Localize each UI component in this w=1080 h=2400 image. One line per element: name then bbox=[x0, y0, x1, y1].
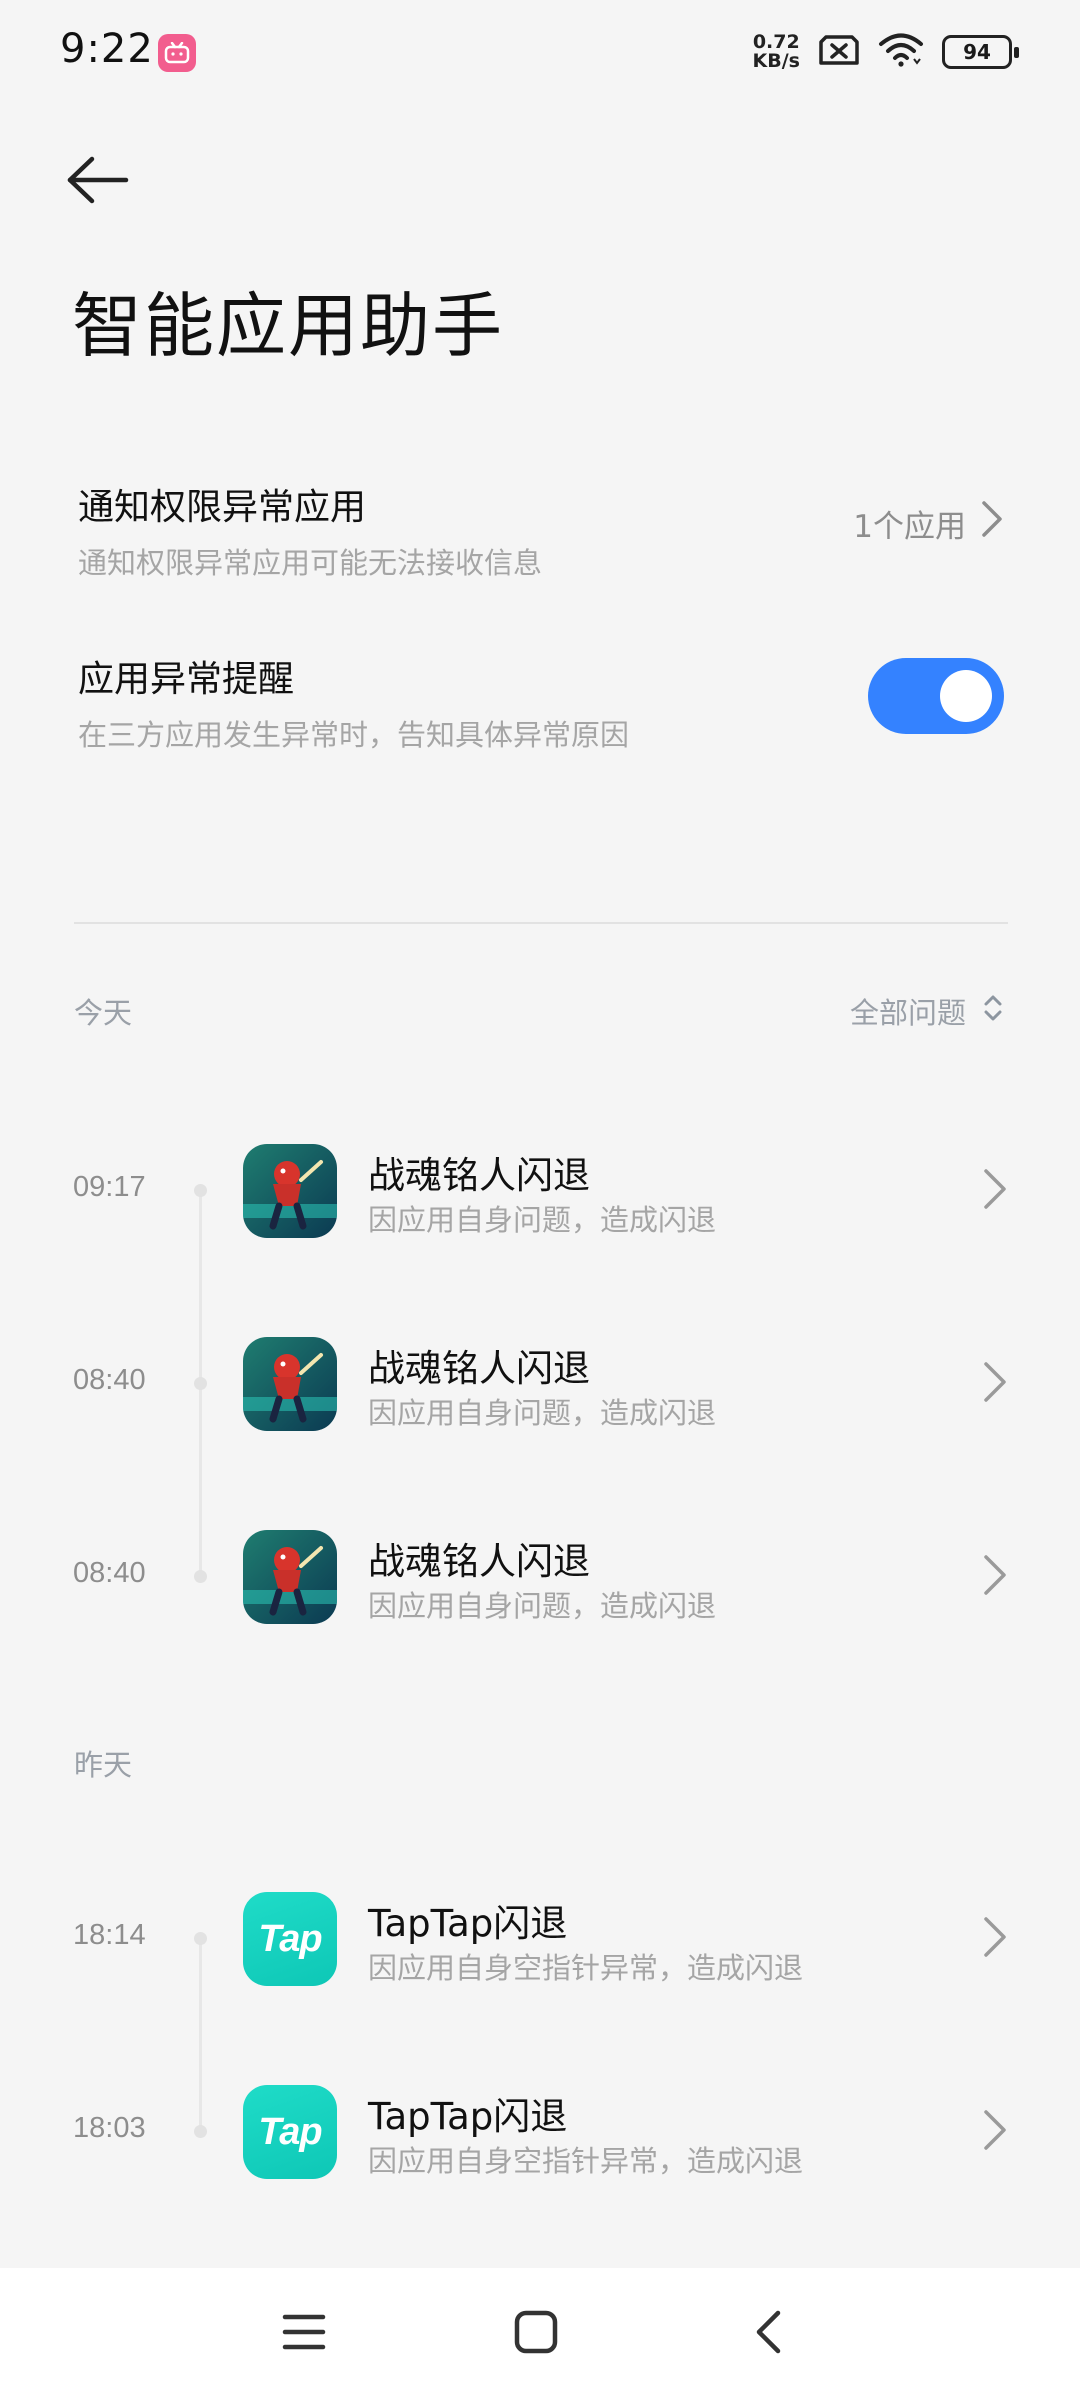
event-subtitle: 因应用自身问题，造成闪退 bbox=[368, 1203, 717, 1237]
event-time: 08:40 bbox=[73, 1364, 146, 1396]
section-label-today: 今天 bbox=[74, 996, 133, 1030]
event-title: TapTap闪退 bbox=[368, 2095, 568, 2138]
notification-permission-value: 1个应用 bbox=[853, 500, 1004, 546]
sim-no-signal-icon bbox=[818, 34, 860, 70]
event-subtitle: 因应用自身问题，造成闪退 bbox=[368, 1396, 717, 1430]
crash-event-item[interactable]: 18:03 Tap TapTap闪退 因应用自身空指针异常，造成闪退 bbox=[0, 2072, 1080, 2192]
event-time: 18:14 bbox=[73, 1919, 146, 1951]
home-square-icon bbox=[514, 2310, 558, 2358]
filter-dropdown[interactable]: 全部问题 bbox=[850, 990, 1004, 1032]
event-time: 08:40 bbox=[73, 1557, 146, 1589]
filter-label: 全部问题 bbox=[849, 996, 966, 1030]
notification-permission-row[interactable]: 通知权限异常应用 通知权限异常应用可能无法接收信息 1个应用 bbox=[78, 478, 1004, 580]
back-button[interactable] bbox=[66, 142, 156, 222]
page-title: 智能应用助手 bbox=[72, 285, 504, 367]
chevron-right-icon bbox=[982, 1915, 1008, 1963]
event-subtitle: 因应用自身问题，造成闪退 bbox=[368, 1589, 717, 1623]
nav-back-button[interactable] bbox=[726, 2294, 810, 2374]
section-label-yesterday: 昨天 bbox=[74, 1748, 133, 1782]
app-alert-row: 应用异常提醒 在三方应用发生异常时，告知具体异常原因 bbox=[78, 650, 1004, 752]
soul-knight-game-icon bbox=[243, 1530, 337, 1624]
timeline-dot bbox=[194, 1932, 207, 1945]
status-bar: 9:22 0.72 KB/s 94 bbox=[0, 0, 1080, 104]
event-title: 战魂铭人闪退 bbox=[368, 1540, 590, 1583]
taptap-icon-text: Tap bbox=[258, 1917, 322, 1960]
app-alert-title: 应用异常提醒 bbox=[78, 659, 295, 700]
menu-icon bbox=[282, 2312, 326, 2356]
event-title: 战魂铭人闪退 bbox=[368, 1347, 590, 1390]
timeline-dot bbox=[194, 1570, 207, 1583]
divider bbox=[74, 922, 1008, 924]
taptap-icon-text: Tap bbox=[258, 2110, 322, 2153]
event-subtitle: 因应用自身空指针异常，造成闪退 bbox=[368, 1951, 804, 1985]
chevron-right-icon bbox=[982, 2108, 1008, 2156]
event-time: 18:03 bbox=[73, 2112, 146, 2144]
back-triangle-icon bbox=[753, 2309, 783, 2359]
network-speed: 0.72 KB/s bbox=[753, 33, 800, 71]
event-subtitle: 因应用自身空指针异常，造成闪退 bbox=[368, 2144, 804, 2178]
status-time: 9:22 bbox=[60, 26, 154, 72]
app-alert-subtitle: 在三方应用发生异常时，告知具体异常原因 bbox=[78, 718, 630, 752]
toggle-knob bbox=[940, 670, 992, 722]
taptap-icon: Tap bbox=[243, 1892, 337, 1986]
soul-knight-game-icon bbox=[243, 1337, 337, 1431]
notification-permission-subtitle: 通知权限异常应用可能无法接收信息 bbox=[78, 546, 543, 580]
event-time: 09:17 bbox=[73, 1171, 146, 1203]
crash-event-item[interactable]: 08:40 战魂铭人闪退 因应用自身问题，造成闪退 bbox=[0, 1517, 1080, 1637]
timeline-dot bbox=[194, 1377, 207, 1390]
navigation-bar bbox=[0, 2268, 1080, 2400]
notification-app-count: 1个应用 bbox=[853, 508, 966, 545]
chevron-right-icon bbox=[982, 1167, 1008, 1215]
crash-event-item[interactable]: 09:17 战魂铭人闪退 因应用自身问题，造成闪退 bbox=[0, 1131, 1080, 1251]
timeline-dot bbox=[194, 1184, 207, 1197]
timeline-dot bbox=[194, 2125, 207, 2138]
event-title: TapTap闪退 bbox=[368, 1902, 568, 1945]
taptap-icon: Tap bbox=[243, 2085, 337, 2179]
menu-button[interactable] bbox=[262, 2294, 346, 2374]
crash-event-item[interactable]: 18:14 Tap TapTap闪退 因应用自身空指针异常，造成闪退 bbox=[0, 1879, 1080, 1999]
crash-event-item[interactable]: 08:40 战魂铭人闪退 因应用自身问题，造成闪退 bbox=[0, 1324, 1080, 1444]
app-alert-toggle[interactable] bbox=[868, 658, 1004, 734]
app-screen: 9:22 0.72 KB/s 94 智能应用助手 通知权限异常应用 通知权限异常… bbox=[0, 0, 1080, 2400]
sort-updown-icon bbox=[982, 993, 1004, 1030]
event-title: 战魂铭人闪退 bbox=[368, 1154, 590, 1197]
battery-icon: 94 bbox=[942, 35, 1019, 69]
arrow-left-icon bbox=[66, 156, 130, 208]
wifi-icon bbox=[878, 33, 924, 71]
network-speed-unit: KB/s bbox=[752, 50, 800, 72]
chevron-right-icon bbox=[982, 1360, 1008, 1408]
soul-knight-game-icon bbox=[243, 1144, 337, 1238]
chevron-right-icon bbox=[980, 500, 1004, 546]
chevron-right-icon bbox=[982, 1553, 1008, 1601]
status-indicators: 0.72 KB/s 94 bbox=[753, 30, 1019, 74]
home-button[interactable] bbox=[494, 2294, 578, 2374]
bilibili-icon bbox=[158, 34, 196, 72]
battery-level: 94 bbox=[963, 40, 991, 64]
